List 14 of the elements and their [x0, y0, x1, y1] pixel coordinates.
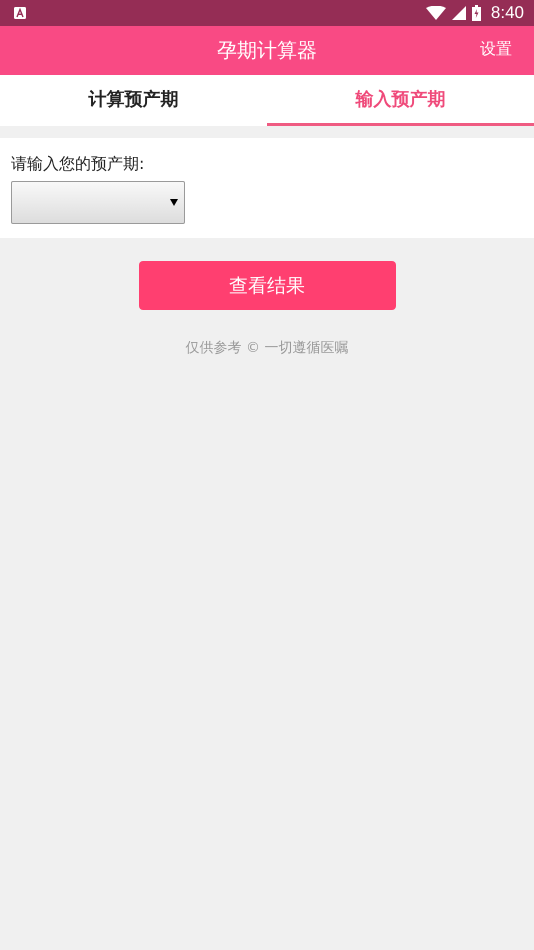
tab[interactable]: 计算预产期: [0, 75, 267, 126]
disclaimer-text: 仅供参考 © 一切遵循医嘱: [186, 339, 348, 357]
dropdown-caret-icon: [170, 199, 178, 206]
app-title: 孕期计算器: [217, 37, 317, 64]
wifi-icon: [426, 6, 446, 20]
battery-icon: [472, 5, 481, 21]
clock-time: 8:40: [490, 3, 524, 23]
app-notification-icon: [14, 7, 26, 19]
date-label: 请输入您的预产期:: [11, 154, 146, 175]
settings-button[interactable]: 设置: [480, 39, 512, 60]
view-result-button[interactable]: 查看结果: [138, 261, 396, 310]
tab[interactable]: 输入预产期: [267, 75, 534, 126]
date-dropdown[interactable]: [11, 181, 185, 224]
signal-icon: [452, 6, 466, 20]
